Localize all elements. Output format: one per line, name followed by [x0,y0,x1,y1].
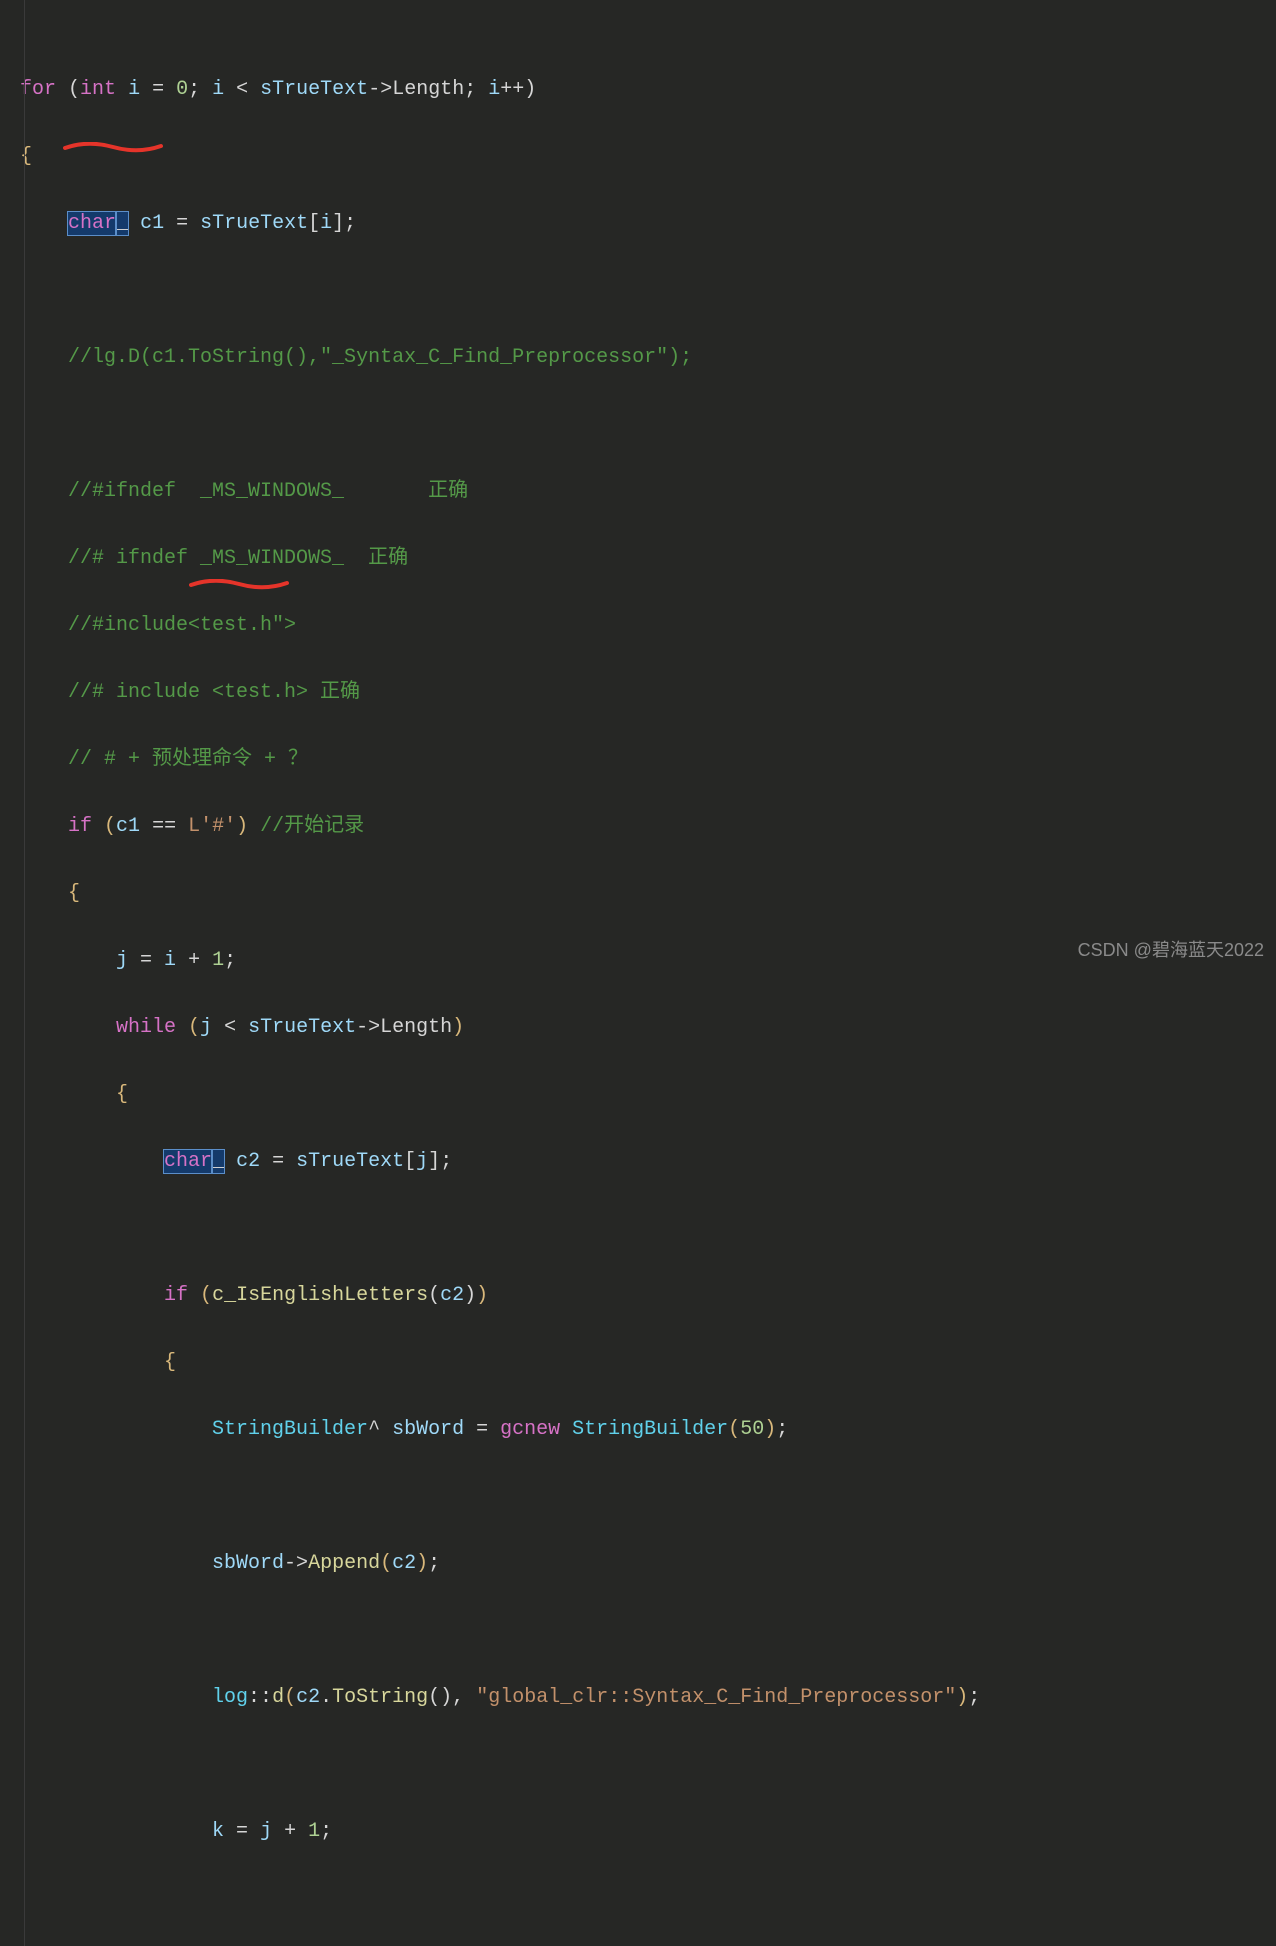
highlighted-char-2: char [164,1150,212,1173]
code-line: if (c1 == L'#') //开始记录 [20,810,1276,844]
code-line: sbWord->Append(c2); [20,1547,1276,1581]
code-line [20,1212,1276,1246]
code-line: for (int i = 0; i < sTrueText->Length; i… [20,73,1276,107]
code-line: log::d(c2.ToString(), "global_clr::Synta… [20,1681,1276,1715]
code-line: { [20,1078,1276,1112]
code-line [20,1882,1276,1916]
text-cursor: _ [116,212,128,235]
code-editor[interactable]: for (int i = 0; i < sTrueText->Length; i… [0,0,1276,1946]
code-line: if (c_IsEnglishLetters(c2)) [20,1279,1276,1313]
code-line: //#ifndef _MS_WINDOWS_ 正确 [20,475,1276,509]
code-line [20,1480,1276,1514]
watermark: CSDN @碧海蓝天2022 [1078,934,1264,968]
code-line [20,274,1276,308]
code-line [20,408,1276,442]
code-line: k = j + 1; [20,1815,1276,1849]
code-line: { [20,1346,1276,1380]
annotation-underline-2 [189,545,289,551]
annotation-underline-1 [63,108,163,114]
code-line: char_ c2 = sTrueText[j]; [20,1145,1276,1179]
code-line: StringBuilder^ sbWord = gcnew StringBuil… [20,1413,1276,1447]
code-line: { [20,877,1276,911]
code-line: while (j < sTrueText->Length) [20,1011,1276,1045]
code-line: //lg.D(c1.ToString(),"_Syntax_C_Find_Pre… [20,341,1276,375]
code-line [20,1614,1276,1648]
code-line: // # + 预处理命令 + ？ [20,743,1276,777]
code-line: //# include <test.h> 正确 [20,676,1276,710]
code-line: char_ c1 = sTrueText[i]; [20,207,1276,241]
highlighted-char-1: char [68,212,116,235]
code-line [20,1748,1276,1782]
code-line: { [20,140,1276,174]
